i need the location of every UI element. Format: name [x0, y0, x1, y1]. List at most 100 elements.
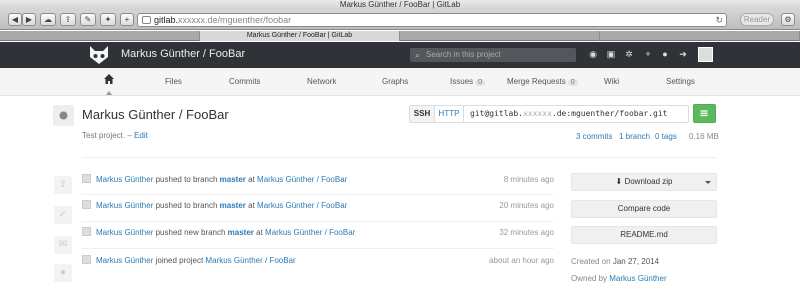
browser-tab-active[interactable]: Markus Günther / FooBar | GitLab	[200, 31, 400, 41]
plus-icon[interactable]: +	[643, 49, 653, 59]
event-project-link[interactable]: Markus Günther / FooBar	[205, 256, 295, 265]
favicon-icon	[142, 16, 151, 24]
event-branch-link[interactable]: master	[220, 201, 246, 210]
clone-dropdown-button[interactable]	[693, 104, 716, 123]
divider	[82, 221, 554, 222]
repo-size: 0.16 MB	[689, 132, 719, 141]
avatar[interactable]	[82, 200, 91, 209]
header-project-title[interactable]: Markus Günther / FooBar	[121, 48, 245, 60]
gitlab-logo-icon[interactable]	[88, 45, 110, 65]
event-user-link[interactable]: Markus Günther	[96, 228, 153, 237]
search-input[interactable]: ⌕ Search in this project	[410, 48, 576, 62]
event-time: about an hour ago	[489, 256, 554, 265]
settings-gear-icon[interactable]: ⚙	[781, 13, 795, 26]
tab-wiki[interactable]: Wiki	[604, 77, 619, 86]
download-zip-label: Download zip	[624, 177, 673, 186]
reload-icon[interactable]: ↻	[715, 14, 723, 26]
avatar[interactable]	[698, 47, 713, 62]
tags-link[interactable]: 0 tags	[655, 132, 677, 141]
push-filter-icon[interactable]: ⇪	[54, 176, 72, 194]
avatar[interactable]	[82, 255, 91, 264]
active-tab-caret-icon	[106, 91, 112, 95]
commits-link[interactable]: 3 commits	[576, 132, 612, 141]
home-icon[interactable]	[104, 74, 114, 84]
window-title: Markus Günther / FooBar | GitLab	[0, 0, 800, 10]
event-project-link[interactable]: Markus Günther / FooBar	[257, 175, 347, 184]
event-at: at	[256, 228, 263, 237]
globe-icon[interactable]: ◉	[588, 49, 598, 59]
tab-files[interactable]: Files	[165, 77, 182, 86]
pin-icon[interactable]: ✎	[80, 13, 96, 26]
edit-description-link[interactable]: Edit	[134, 131, 148, 140]
browser-toolbar: ◀ ▶ ☁ ⇪ ✎ ✦ + gitlab.xxxxxx.de/mguenther…	[0, 10, 800, 30]
event-action: pushed to branch	[155, 201, 218, 210]
event-time: 8 minutes ago	[503, 175, 554, 184]
cloud-icon[interactable]: ☁	[40, 13, 56, 26]
event-time: 20 minutes ago	[499, 201, 554, 210]
address-bar[interactable]: gitlab.xxxxxx.de/mguenther/foobar ↻	[137, 13, 727, 27]
download-zip-button[interactable]: ⬇ Download zip	[571, 173, 717, 191]
event-at: at	[248, 175, 255, 184]
search-placeholder: Search in this project	[426, 50, 501, 59]
event-project-link[interactable]: Markus Günther / FooBar	[265, 228, 355, 237]
clone-url-input[interactable]: git@gitlab.xxxxxx.de:mguenther/foobar.gi…	[470, 106, 667, 122]
team-filter-icon[interactable]: ●	[54, 264, 72, 282]
download-icon: ⬇	[615, 177, 623, 186]
tab-commits[interactable]: Commits	[229, 77, 261, 86]
ssh-button[interactable]: SSH	[410, 106, 435, 122]
created-date: Jan 27, 2014	[612, 257, 660, 266]
sign-out-icon[interactable]: ➜	[678, 49, 688, 59]
project-globe-icon	[53, 105, 74, 126]
tab-merge-requests-label: Merge Requests	[507, 77, 566, 86]
list-item: Markus Günther pushed new branch master …	[82, 226, 554, 240]
code-icon[interactable]: ▣	[606, 49, 616, 59]
project-description: Test project. – Edit	[82, 131, 148, 140]
owner-link[interactable]: Markus Günther	[609, 274, 666, 283]
clone-url-prefix: git@gitlab.	[470, 109, 523, 118]
avatar[interactable]	[82, 227, 91, 236]
owned-by: Owned by Markus Günther	[571, 274, 667, 283]
event-user-link[interactable]: Markus Günther	[96, 201, 153, 210]
readme-button[interactable]: README.md	[571, 226, 717, 244]
tab-issues-label: Issues	[450, 77, 474, 86]
browser-tab[interactable]	[0, 31, 200, 41]
browser-tab[interactable]	[600, 31, 800, 41]
chevron-down-icon[interactable]	[705, 181, 711, 184]
created-on: Created on Jan 27, 2014	[571, 257, 659, 266]
tab-network[interactable]: Network	[307, 77, 336, 86]
avatar[interactable]	[82, 174, 91, 183]
share-icon[interactable]: ⇪	[60, 13, 76, 26]
reader-button[interactable]: Reader	[740, 13, 774, 26]
merge-requests-count-badge: 0	[567, 79, 578, 86]
comments-filter-icon[interactable]: ✉	[54, 236, 72, 254]
new-tab-icon[interactable]: +	[120, 13, 134, 26]
event-user-link[interactable]: Markus Günther	[96, 256, 153, 265]
back-icon[interactable]: ◀	[8, 13, 22, 26]
http-button[interactable]: HTTP	[435, 106, 464, 122]
tab-settings[interactable]: Settings	[666, 77, 695, 86]
wrench-icon[interactable]: ✦	[100, 13, 116, 26]
user-icon[interactable]: ●	[660, 49, 670, 59]
tab-issues[interactable]: Issues 0	[450, 77, 486, 86]
branches-link[interactable]: 1 branch	[619, 132, 650, 141]
event-project-link[interactable]: Markus Günther / FooBar	[257, 201, 347, 210]
owned-label: Owned by	[571, 274, 608, 283]
tab-merge-requests[interactable]: Merge Requests 0	[507, 77, 578, 86]
compare-code-button[interactable]: Compare code	[571, 200, 717, 218]
url-blurred: xxxxxx	[178, 15, 206, 25]
url-host: gitlab.	[154, 15, 179, 25]
tab-graphs[interactable]: Graphs	[382, 77, 408, 86]
event-branch-link[interactable]: master	[228, 228, 254, 237]
tab-strip: Markus Günther / FooBar | GitLab	[0, 31, 800, 41]
page-title: Markus Günther / FooBar	[82, 107, 229, 122]
event-action: pushed new branch	[155, 228, 226, 237]
event-action: pushed to branch	[155, 175, 218, 184]
merge-filter-icon[interactable]: ✓	[54, 206, 72, 224]
cogs-icon[interactable]: ✲	[624, 49, 634, 59]
forward-icon[interactable]: ▶	[22, 13, 36, 26]
event-user-link[interactable]: Markus Günther	[96, 175, 153, 184]
browser-tab[interactable]	[400, 31, 600, 41]
url-path: .de/mguenther/foobar	[205, 15, 292, 25]
event-branch-link[interactable]: master	[220, 175, 246, 184]
event-at: at	[248, 201, 255, 210]
